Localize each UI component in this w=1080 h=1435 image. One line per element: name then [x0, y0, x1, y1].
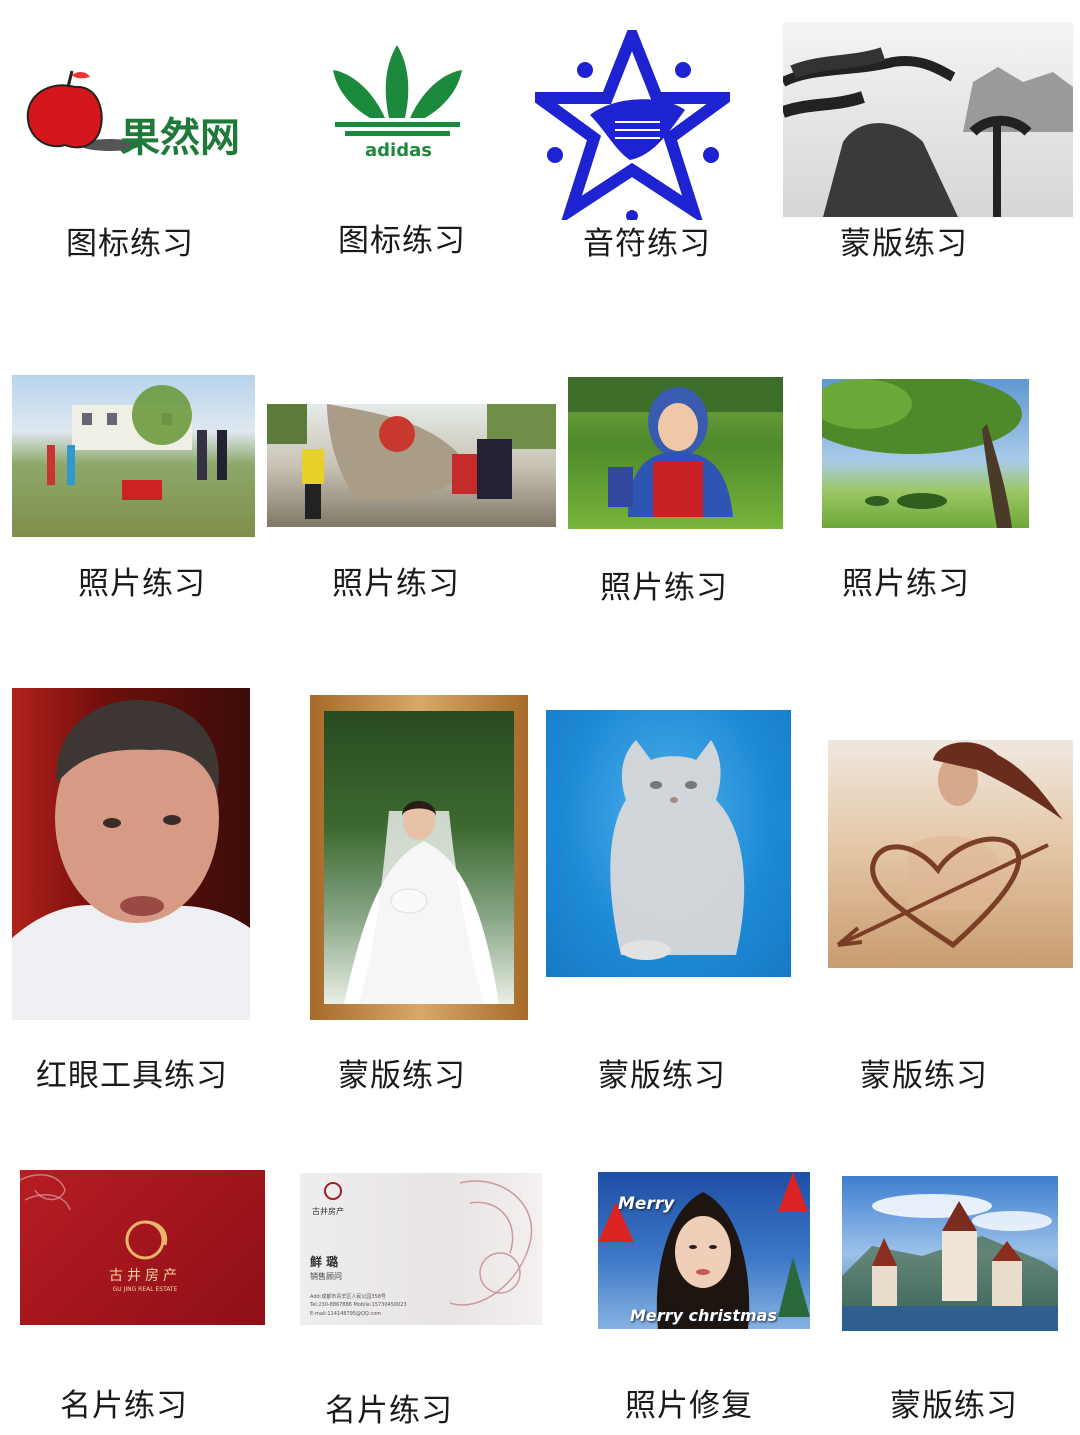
caption-8: 照片练习	[842, 566, 970, 602]
adidas-logo-image[interactable]: adidas	[325, 40, 470, 165]
christmas-woman-photo[interactable]: Merry Merry christmas	[598, 1172, 810, 1329]
castle-lake-photo[interactable]	[842, 1176, 1058, 1331]
caption-13: 名片练习	[60, 1388, 188, 1424]
man-portrait-photo[interactable]	[12, 688, 250, 1020]
caption-3: 音符练习	[583, 226, 711, 262]
caption-11: 蒙版练习	[598, 1058, 726, 1094]
white-card-address: Add:成都市青羊区人民公园358号	[310, 1294, 386, 1300]
bride-wooden-frame-photo[interactable]	[310, 695, 528, 1020]
white-card-email: E-mail:114148795@QQ.com	[310, 1311, 382, 1317]
xmas-top-text: Merry	[618, 1194, 675, 1214]
baby-hood-photo[interactable]	[568, 377, 783, 529]
cat-art	[610, 740, 745, 960]
xmas-bottom-text: Merry christmas	[630, 1306, 777, 1325]
white-card-person: 鲜 璐	[310, 1255, 339, 1269]
caption-2: 图标练习	[338, 223, 466, 259]
caption-5: 照片练习	[78, 566, 206, 602]
caption-10: 蒙版练习	[338, 1058, 466, 1094]
red-card-company: 古井房产	[109, 1268, 181, 1284]
cat-blue-photo[interactable]	[546, 710, 791, 977]
white-card-title: 销售顾问	[310, 1272, 342, 1281]
caption-12: 蒙版练习	[860, 1058, 988, 1094]
guoran-logo-image[interactable]: 果然网	[20, 65, 260, 165]
caption-9: 红眼工具练习	[36, 1058, 228, 1094]
family-rock-art	[267, 404, 556, 519]
tree-field-art	[822, 379, 1022, 528]
man-portrait-art	[12, 699, 250, 1020]
caption-7: 照片练习	[600, 570, 728, 606]
pine-landscape-art	[783, 47, 1073, 217]
star-icon	[535, 30, 730, 220]
heart-sand-art	[836, 742, 1063, 949]
caption-14: 名片练习	[325, 1393, 453, 1429]
family-park-art	[47, 385, 227, 500]
pine-landscape-image[interactable]	[783, 22, 1073, 217]
caption-4: 蒙版练习	[840, 226, 968, 262]
red-business-card[interactable]: 古井房产 GU JING REAL ESTATE	[20, 1170, 265, 1325]
spiral-logo-icon	[20, 1174, 168, 1260]
red-card-company-en: GU JING REAL ESTATE	[112, 1286, 178, 1293]
bride-art	[344, 801, 499, 1004]
caption-15: 照片修复	[625, 1388, 753, 1424]
caption-6: 照片练习	[332, 566, 460, 602]
white-card-tel: Tel:230-8867886 Mobile:15730450023	[310, 1302, 407, 1308]
bride-picture	[324, 711, 514, 1004]
woman-heart-sand-photo[interactable]	[828, 740, 1073, 968]
white-card-company: 古井房产	[312, 1207, 344, 1216]
caption-1: 图标练习	[66, 226, 194, 262]
family-park-photo[interactable]	[12, 375, 255, 537]
white-business-card[interactable]: 古井房产 鲜 璐 销售顾问 Add:成都市青羊区人民公园358号 Tel:230…	[300, 1173, 542, 1325]
tree-field-photo[interactable]	[822, 379, 1029, 528]
castle-art	[842, 1194, 1058, 1331]
adidas-logo-text: adidas	[365, 140, 432, 161]
guoran-logo-text: 果然网	[120, 114, 240, 161]
family-rock-photo[interactable]	[267, 404, 556, 527]
music-star-logo-image[interactable]	[535, 30, 730, 220]
caption-16: 蒙版练习	[890, 1388, 1018, 1424]
baby-hood-art	[568, 377, 783, 517]
